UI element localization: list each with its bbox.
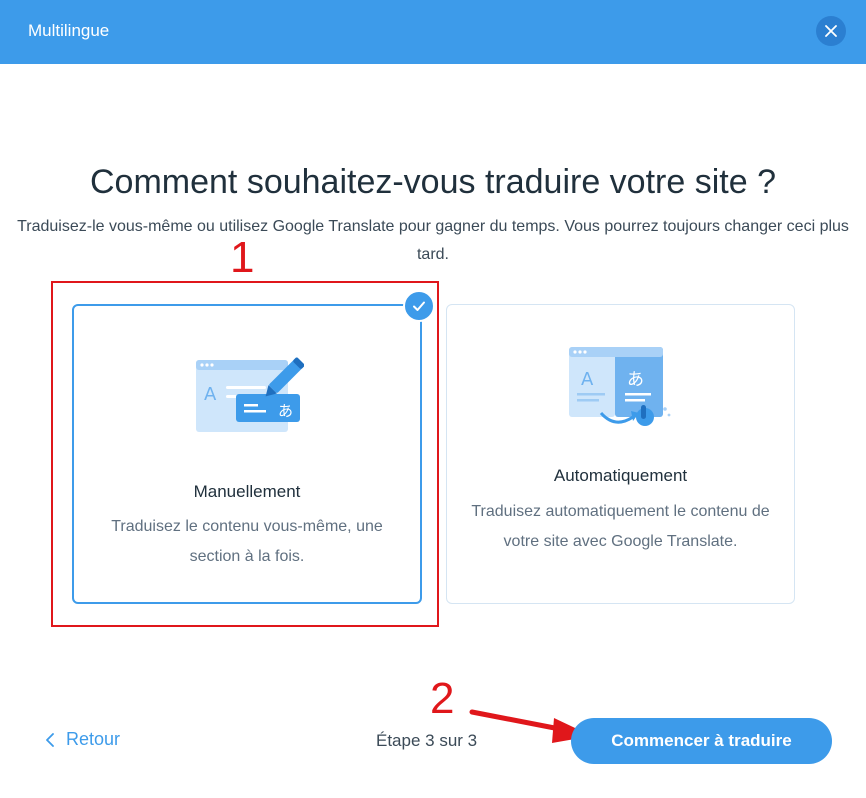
annotation-number-2: 2 [430,674,455,723]
auto-translate-illustration: A あ [569,347,671,426]
option-desc-automatic: Traduisez automatiquement le contenu de … [471,503,770,550]
svg-text:A: A [581,369,594,390]
option-card-automatic[interactable]: A あ Automatiquement Traduisez automatiqu… [446,304,795,604]
modal-header: Multilingue [0,0,866,64]
annotation-highlight-box [51,281,439,627]
back-button[interactable]: Retour [46,729,120,750]
close-icon [825,25,837,37]
annotation-number-1: 1 [230,233,255,282]
page-subtitle-text: Traduisez-le vous-même ou utilisez Googl… [17,218,849,263]
chevron-left-icon [46,732,54,747]
option-title-automatic: Automatiquement [553,466,688,485]
svg-text:あ: あ [627,370,644,390]
page-title: Comment souhaitez-vous traduire votre si… [90,163,776,201]
back-button-label: Retour [66,729,121,749]
close-button[interactable] [816,16,846,46]
start-translating-button[interactable]: Commencer à traduire [571,718,832,764]
modal-title: Multilingue [28,21,110,40]
page-subtitle: Traduisez-le vous-même ou utilisez Googl… [0,213,866,269]
